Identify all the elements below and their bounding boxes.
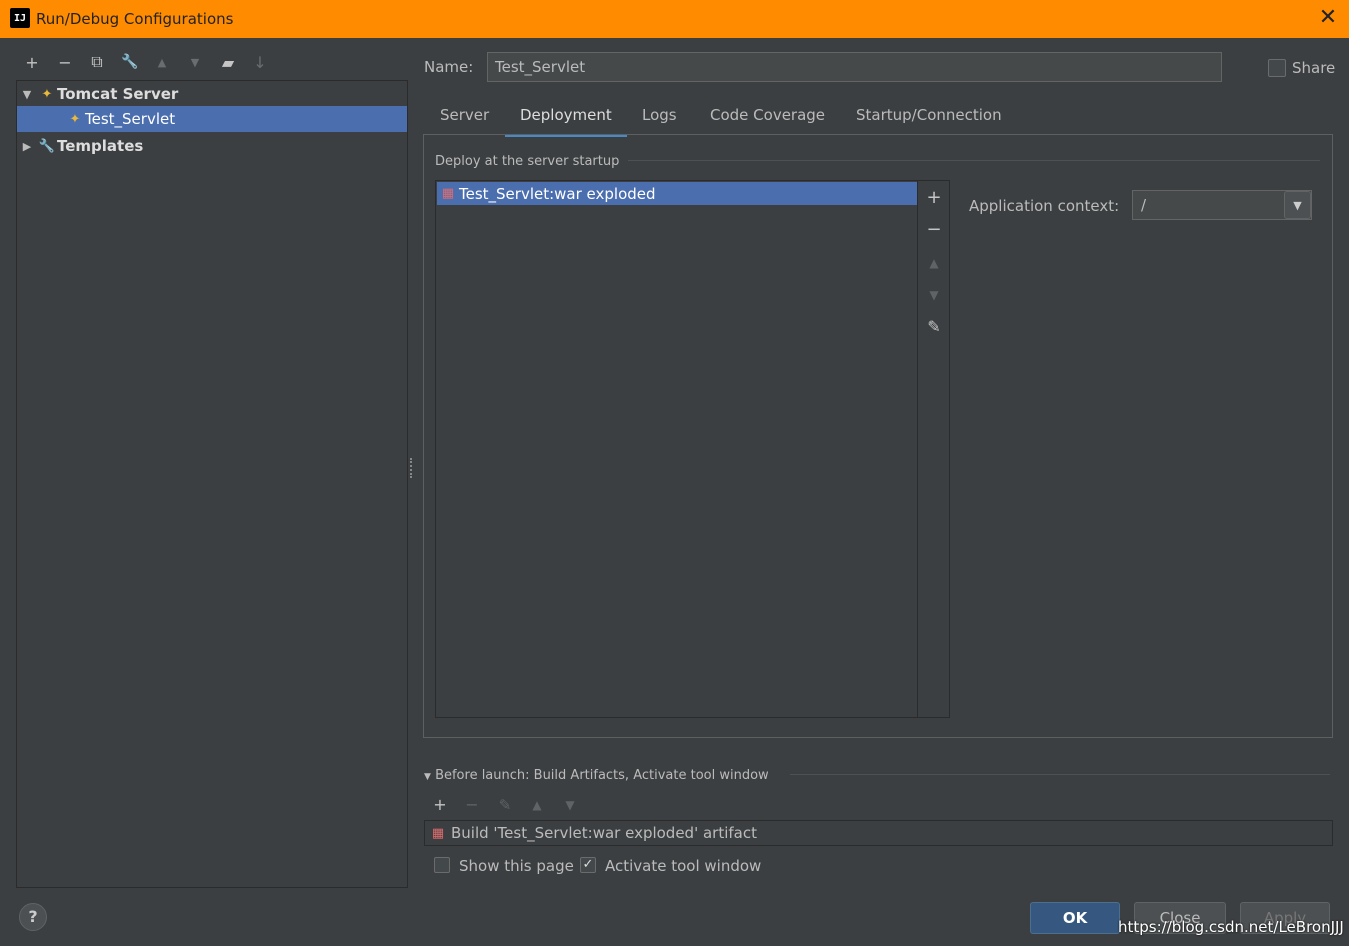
tree-item-tomcat-server[interactable]: ▼ ✦ Tomcat Server — [17, 81, 407, 107]
configurations-tree: ▼ ✦ Tomcat Server ✦ Test_Servlet ▶ 🔧 Tem… — [16, 80, 408, 888]
add-artifact-button[interactable]: + — [922, 186, 946, 210]
name-label: Name: — [424, 58, 474, 76]
deploy-group-title: Deploy at the server startup — [435, 154, 620, 169]
tree-item-test-servlet[interactable]: ✦ Test_Servlet — [17, 106, 407, 132]
minus-icon: − — [926, 219, 942, 240]
arrow-up-icon: ▲ — [532, 798, 542, 812]
add-task-button[interactable]: + — [429, 794, 451, 816]
show-this-page-label: Show this page — [459, 857, 574, 875]
arrow-down-icon: ▼ — [565, 798, 575, 812]
name-input[interactable]: Test_Servlet — [487, 52, 1222, 82]
arrow-up-icon: ▲ — [929, 256, 939, 270]
pencil-icon: ✎ — [498, 796, 512, 814]
before-launch-title[interactable]: ▼ Before launch: Build Artifacts, Activa… — [424, 768, 769, 783]
tree-group-label: Templates — [57, 137, 144, 155]
activate-tool-window-label: Activate tool window — [605, 857, 762, 875]
expanded-arrow-icon: ▼ — [424, 772, 431, 782]
pencil-icon: ✎ — [927, 317, 941, 336]
artifact-label: Test_Servlet:war exploded — [459, 184, 656, 203]
expanded-arrow-icon[interactable]: ▼ — [17, 88, 37, 101]
window-title: Run/Debug Configurations — [36, 10, 234, 28]
tree-item-label: Test_Servlet — [85, 110, 176, 128]
move-artifact-up-button[interactable]: ▲ — [922, 251, 946, 275]
move-artifact-down-button[interactable]: ▼ — [922, 283, 946, 307]
tab-startup-connection[interactable]: Startup/Connection — [856, 106, 1002, 134]
artifact-icon: ▦ — [441, 186, 455, 201]
tab-logs[interactable]: Logs — [642, 106, 677, 134]
group-divider — [790, 774, 1330, 775]
title-bar: IJ Run/Debug Configurations ✕ — [0, 0, 1349, 38]
copy-configuration-button[interactable]: ⧉ — [85, 50, 109, 74]
task-label: Build 'Test_Servlet:war exploded' artifa… — [451, 824, 757, 842]
move-task-up-button[interactable]: ▲ — [526, 794, 548, 816]
copy-icon: ⧉ — [91, 52, 103, 71]
tomcat-icon: ✦ — [69, 111, 81, 127]
tab-server[interactable]: Server — [440, 106, 489, 134]
help-button[interactable]: ? — [19, 903, 47, 931]
chevron-down-icon[interactable]: ▼ — [1284, 191, 1311, 219]
plus-icon: + — [926, 187, 942, 208]
application-context-label: Application context: — [969, 197, 1120, 215]
tree-item-templates[interactable]: ▶ 🔧 Templates — [17, 133, 407, 159]
new-folder-button[interactable]: ▰ — [216, 50, 240, 74]
move-down-button[interactable]: ▼ — [183, 50, 207, 74]
plus-icon: + — [433, 795, 447, 814]
wrench-icon: 🔧 — [38, 138, 56, 154]
remove-artifact-button[interactable]: − — [922, 218, 946, 242]
arrow-up-icon: ▲ — [157, 55, 167, 69]
share-label: Share — [1292, 59, 1336, 77]
sort-button[interactable]: ↓ — [248, 50, 272, 74]
move-task-down-button[interactable]: ▼ — [559, 794, 581, 816]
edit-artifact-button[interactable]: ✎ — [922, 315, 946, 339]
move-up-button[interactable]: ▲ — [150, 50, 174, 74]
artifact-icon: ▦ — [431, 825, 445, 841]
before-launch-task[interactable]: ▦ Build 'Test_Servlet:war exploded' arti… — [424, 820, 1333, 846]
list-item[interactable]: ▦ Test_Servlet:war exploded — [437, 182, 917, 205]
group-divider — [628, 160, 1320, 161]
collapsed-arrow-icon[interactable]: ▶ — [17, 140, 37, 153]
application-context-combo[interactable]: / ▼ — [1132, 190, 1312, 220]
tab-deployment[interactable]: Deployment — [505, 106, 627, 137]
panel-splitter-handle[interactable] — [410, 458, 416, 478]
edit-defaults-button[interactable]: 🔧 — [118, 50, 142, 74]
edit-task-button[interactable]: ✎ — [494, 794, 516, 816]
checkmark-icon: ✓ — [582, 857, 594, 872]
activate-tool-window-checkbox[interactable]: ✓ — [580, 857, 596, 873]
share-checkbox[interactable] — [1268, 59, 1286, 77]
remove-configuration-button[interactable]: − — [53, 50, 77, 74]
add-configuration-button[interactable]: + — [20, 50, 44, 74]
close-window-icon[interactable]: ✕ — [1317, 7, 1339, 29]
tomcat-icon: ✦ — [41, 86, 53, 102]
minus-icon: − — [58, 52, 72, 72]
arrow-down-icon: ▼ — [929, 288, 939, 302]
intellij-app-icon: IJ — [10, 8, 30, 28]
before-launch-label: Before launch: Build Artifacts, Activate… — [435, 768, 769, 783]
wrench-icon: 🔧 — [121, 54, 139, 70]
tree-group-label: Tomcat Server — [57, 85, 179, 103]
remove-task-button[interactable]: − — [461, 794, 483, 816]
watermark-text: https://blog.csdn.net/LeBronJJJ — [1118, 918, 1344, 936]
application-context-value[interactable]: / — [1141, 196, 1146, 214]
sort-icon: ↓ — [253, 52, 267, 72]
show-this-page-checkbox[interactable] — [434, 857, 450, 873]
minus-icon: − — [465, 795, 479, 814]
tab-code-coverage[interactable]: Code Coverage — [710, 106, 825, 134]
plus-icon: + — [25, 52, 39, 72]
ok-button[interactable]: OK — [1030, 902, 1120, 934]
arrow-down-icon: ▼ — [190, 55, 200, 69]
folder-add-icon: ▰ — [221, 52, 235, 72]
deployment-list[interactable] — [435, 180, 950, 718]
